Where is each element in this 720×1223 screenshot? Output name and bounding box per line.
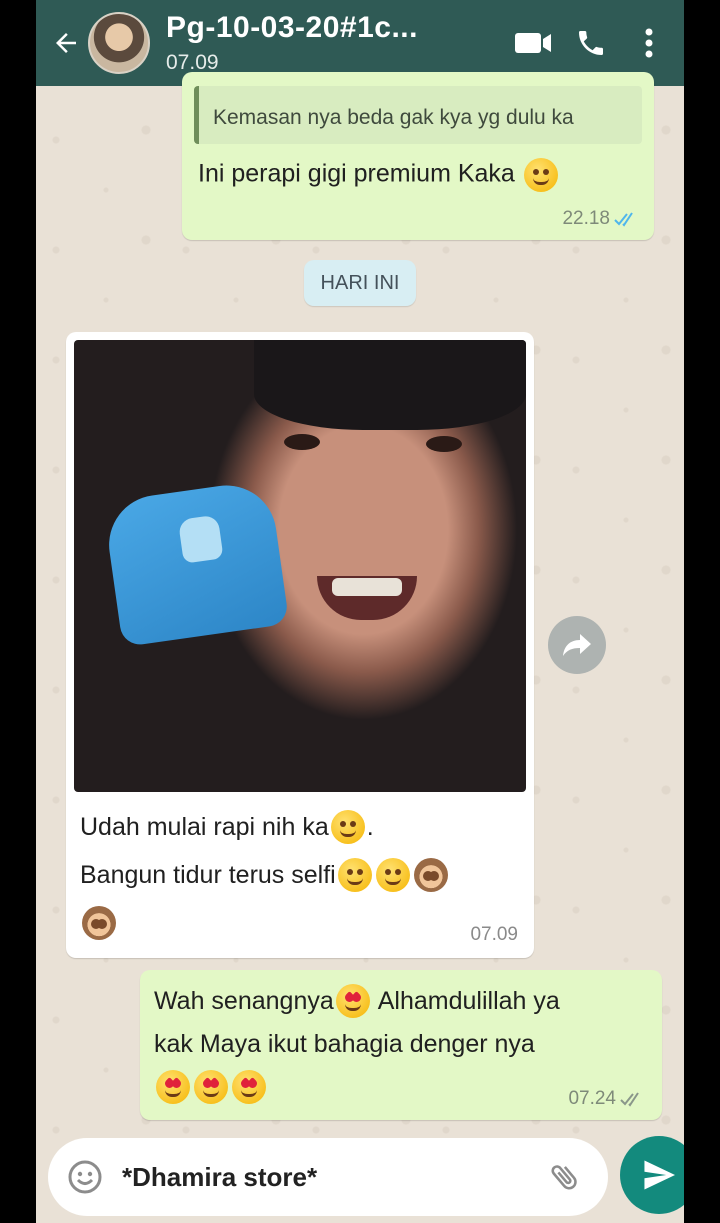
tooth-logo-icon: [177, 514, 224, 564]
video-call-icon[interactable]: [504, 14, 562, 72]
message-time: 22.18: [562, 208, 610, 229]
rolling-laughing-icon: [375, 858, 410, 892]
phone-icon[interactable]: [562, 14, 620, 72]
message-text: Ini perapi gigi premium Kaka: [198, 158, 560, 192]
message-line-2-text: Bangun tidur terus selfi: [80, 860, 336, 889]
see-no-evil-monkey-icon: [82, 906, 116, 940]
photo-teeth: [332, 578, 402, 596]
photo-eye-left: [284, 434, 320, 450]
forward-arrow-icon: [563, 634, 591, 656]
forward-button[interactable]: [548, 616, 606, 674]
message-bubble-outgoing[interactable]: Wah senangnya Alhamdulillah ya kak Maya …: [140, 970, 662, 1120]
back-arrow-icon[interactable]: [44, 21, 88, 65]
message-line-3: [80, 906, 118, 940]
photo-retainer-case: [102, 479, 290, 647]
message-composer: [48, 1138, 608, 1216]
heart-eyes-icon: [156, 1070, 190, 1104]
photo-hair: [254, 340, 526, 430]
rolling-laughing-icon: [337, 858, 372, 892]
send-icon: [644, 1160, 675, 1190]
heart-eyes-icon: [194, 1070, 228, 1104]
message-line-1a: Wah senangnya: [154, 986, 334, 1015]
photo-eye-right: [426, 436, 462, 452]
slightly-smiling-face-icon: [523, 158, 558, 192]
message-input[interactable]: [122, 1161, 542, 1193]
chat-screen: Pg-10-03-20#1c... 07.09 Kemasan nya beda…: [36, 0, 684, 1223]
chat-titles[interactable]: Pg-10-03-20#1c... 07.09: [166, 11, 504, 75]
day-divider: HARI INI: [304, 260, 416, 306]
delivered-ticks-icon: [620, 1092, 639, 1107]
message-text-content: Ini perapi gigi premium Kaka: [198, 159, 515, 188]
smiling-face-with-hearts-icon: [232, 1070, 266, 1104]
chat-title: Pg-10-03-20#1c...: [166, 11, 418, 44]
message-line-1-text: Udah mulai rapi nih ka: [80, 812, 329, 841]
message-time: 07.09: [470, 924, 518, 945]
avatar[interactable]: [88, 12, 150, 74]
grinning-face-icon: [330, 810, 365, 844]
message-photo[interactable]: [74, 340, 526, 792]
message-line-2: kak Maya ikut bahagia denger nya: [154, 1030, 535, 1058]
message-line-2: Bangun tidur terus selfi: [80, 858, 450, 892]
message-line-3: [154, 1070, 268, 1104]
emoji-icon[interactable]: [62, 1154, 108, 1200]
message-bubble-outgoing[interactable]: Kemasan nya beda gak kya yg dulu ka Ini …: [182, 72, 654, 240]
message-bubble-incoming[interactable]: Udah mulai rapi nih ka . Bangun tidur te…: [66, 332, 534, 958]
see-no-evil-monkey-icon: [413, 858, 448, 892]
message-meta: 07.24: [568, 1088, 646, 1110]
heart-eyes-icon: [335, 984, 370, 1018]
attach-icon[interactable]: [542, 1154, 588, 1200]
message-line-1: Wah senangnya Alhamdulillah ya: [154, 984, 560, 1018]
quoted-text: Kemasan nya beda gak kya yg dulu ka: [213, 106, 574, 129]
more-vert-icon[interactable]: [620, 14, 678, 72]
message-time: 07.24: [568, 1088, 616, 1109]
quoted-message[interactable]: Kemasan nya beda gak kya yg dulu ka: [194, 86, 642, 144]
read-ticks-icon: [614, 212, 633, 227]
message-line-1b: Alhamdulillah ya: [377, 986, 560, 1015]
message-meta: 22.18: [562, 208, 640, 230]
message-line-1-suffix: .: [366, 812, 374, 841]
message-line-1: Udah mulai rapi nih ka .: [80, 810, 374, 844]
